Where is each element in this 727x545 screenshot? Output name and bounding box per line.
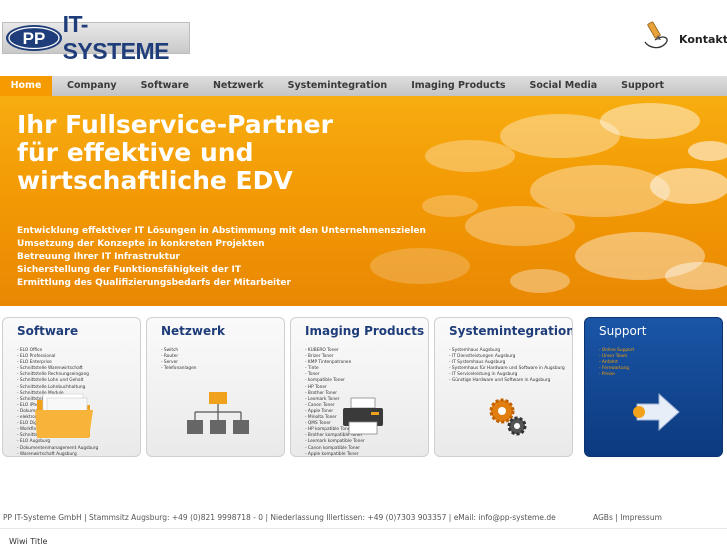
box-imaging-products[interactable]: Imaging Products KUBERO TonerBrizer Tone… <box>290 317 429 457</box>
box-title[interactable]: Software <box>17 324 78 338</box>
pp-logo-mark: PP <box>3 23 62 53</box>
nav-item-systemintegration[interactable]: Systemintegration <box>276 76 400 96</box>
box-software[interactable]: Software ELO OfficeELO ProfessionalELO E… <box>2 317 141 457</box>
footer-separator: | <box>615 513 618 522</box>
nav-item-imaging-products[interactable]: Imaging Products <box>399 76 517 96</box>
network-icon <box>187 390 249 442</box>
gears-icon <box>487 396 529 442</box>
box-link[interactable]: Telefonanlagen <box>161 366 197 372</box>
printer-icon <box>341 396 385 440</box>
box-title[interactable]: Netzwerk <box>161 324 225 338</box>
box-link[interactable]: Warenwirtschaft Augsburg <box>17 452 111 456</box>
hero-bullet: Entwicklung effektiver IT Lösungen in Ab… <box>17 226 426 236</box>
box-title[interactable]: Support <box>599 324 646 338</box>
box-title[interactable]: Imaging Products <box>305 324 424 338</box>
box-link-list: Systemhaus AugsburgIT Dienstleistungen A… <box>449 348 565 385</box>
hero-bullet: Betreuung Ihrer IT Infrastruktur <box>17 252 180 262</box>
logo-text: IT-SYSTEME <box>62 11 170 64</box>
box-link-list: SwitchRouterServerTelefonanlagen <box>161 348 197 372</box>
box-link[interactable]: Preise <box>599 372 634 378</box>
nav-item-netzwerk[interactable]: Netzwerk <box>201 76 276 96</box>
hero-title-line: für effektive und <box>17 138 254 167</box>
pen-icon <box>641 20 671 58</box>
impressum-link[interactable]: Impressum <box>620 513 662 522</box>
hero-title-line: Ihr Fullservice-Partner <box>17 110 333 139</box>
nav-item-software[interactable]: Software <box>129 76 201 96</box>
box-link-list: Online SupportUnser TeamAnfahrtFernwartu… <box>599 348 634 378</box>
hero-bullet: Umsetzung der Konzepte in konkreten Proj… <box>17 239 265 249</box>
category-boxes: Software ELO OfficeELO ProfessionalELO E… <box>2 317 725 457</box>
hero-banner: Ihr Fullservice-Partner für effektive un… <box>0 96 727 306</box>
footer-links: AGBs | Impressum <box>593 513 662 522</box>
box-support[interactable]: Support Online SupportUnser TeamAnfahrtF… <box>584 317 723 457</box>
contact-label: Kontakt <box>679 32 727 46</box>
folder-icon <box>33 390 97 444</box>
nav-item-home[interactable]: Home <box>0 76 52 96</box>
hero-title: Ihr Fullservice-Partner für effektive un… <box>17 111 437 195</box>
hero-bullet-list: Entwicklung effektiver IT Lösungen in Ab… <box>17 225 426 290</box>
arrow-icon <box>629 390 681 438</box>
logo[interactable]: PP IT-SYSTEME <box>2 11 190 64</box>
contact-link[interactable]: Kontakt <box>641 20 727 58</box>
box-title[interactable]: Systemintegration <box>449 324 572 338</box>
divider <box>0 528 727 529</box>
box-link[interactable]: Dokumentenmanagement Augsburg <box>17 446 111 452</box>
box-link[interactable]: Günstige Hardware und Software in Augsbu… <box>449 378 565 384</box>
hero-title-line: wirtschaftliche EDV <box>17 166 293 195</box>
hero-bullet: Ermittlung des Qualifizierungsbedarfs de… <box>17 278 291 288</box>
agb-link[interactable]: AGBs <box>593 513 613 522</box>
nav-item-company[interactable]: Company <box>55 76 129 96</box>
hero-bullet: Sicherstellung der Funktionsfähigkeit de… <box>17 265 242 275</box>
nav-item-support[interactable]: Support <box>609 76 676 96</box>
nav-item-social-media[interactable]: Social Media <box>518 76 610 96</box>
box-link[interactable]: Apple kompatible Toner <box>305 452 378 456</box>
box-systemintegration[interactable]: Systemintegration Systemhaus AugsburgIT … <box>434 317 573 457</box>
logo-initials: PP <box>23 29 46 48</box>
main-nav: Home Company Software Netzwerk Systemint… <box>0 76 727 96</box>
box-netzwerk[interactable]: Netzwerk SwitchRouterServerTelefonanlage… <box>146 317 285 457</box>
wiwi-title: Wiwi Title <box>9 537 48 545</box>
footer-company-info: PP IT-Systeme GmbH | Stammsitz Augsburg:… <box>3 513 556 522</box>
